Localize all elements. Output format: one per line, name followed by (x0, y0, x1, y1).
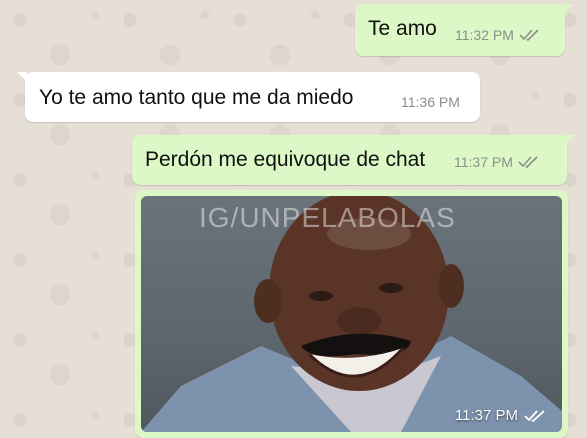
photo-time: 11:37 PM (454, 407, 518, 424)
message-text: Yo te amo tanto que me da miedo (39, 86, 354, 109)
message-bubble-incoming[interactable]: Yo te amo tanto que me da miedo 11:36 PM (17, 72, 480, 122)
message-photo[interactable]: IG/UNPELABOLAS 11:37 PM (141, 196, 562, 432)
message-bubble-outgoing[interactable]: Perdón me equivoque de chat 11:37 PM (132, 135, 575, 185)
double-check-icon (524, 409, 545, 422)
message-meta: 11:37 PM (454, 154, 540, 170)
message-text: Te amo (368, 17, 437, 40)
double-check-icon (518, 156, 538, 169)
message-bubble-outgoing[interactable]: Te amo 11:32 PM (355, 4, 573, 56)
message-time: 11:36 PM (401, 94, 460, 110)
message-time: 11:32 PM (455, 27, 514, 43)
double-check-icon (519, 29, 539, 42)
message-meta: 11:32 PM (455, 27, 541, 43)
message-time: 11:37 PM (454, 154, 513, 170)
photo-watermark: IG/UNPELABOLAS (199, 202, 456, 233)
message-text: Perdón me equivoque de chat (145, 148, 426, 171)
photo-meta: 11:37 PM (455, 407, 548, 424)
